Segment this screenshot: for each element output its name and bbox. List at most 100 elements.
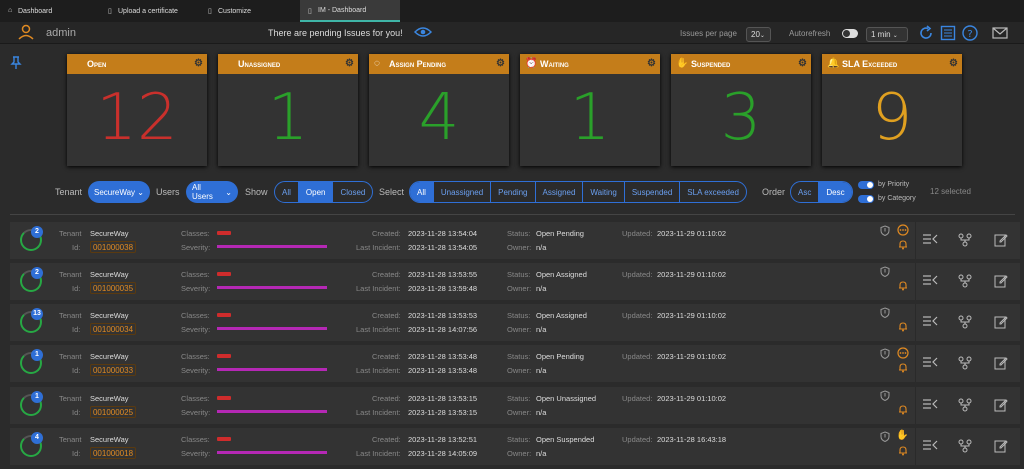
autorefresh-toggle[interactable]	[842, 29, 858, 38]
show-all-button[interactable]: All	[275, 182, 299, 202]
workflow-icon[interactable]	[958, 233, 972, 247]
gear-icon[interactable]: ⚙	[345, 58, 354, 69]
tenant-select[interactable]: SecureWay ⌄	[88, 181, 150, 203]
owner-value: n/a	[536, 366, 547, 375]
issue-row[interactable]: 1 Tenant SecureWay Id: 001000025 Classes…	[10, 387, 1020, 424]
issue-row[interactable]: 4 Tenant SecureWay Id: 001000018 Classes…	[10, 428, 1020, 465]
gear-icon[interactable]: ⚙	[194, 58, 203, 69]
issue-id[interactable]: 001000035	[90, 282, 136, 294]
issue-id[interactable]: 001000033	[90, 364, 136, 376]
by-priority-label: by Priority	[878, 181, 910, 188]
issues-per-page-select[interactable]: 20⌄	[746, 27, 771, 42]
select-suspended-button[interactable]: Suspended	[625, 182, 681, 202]
gear-icon[interactable]: ⚙	[798, 58, 807, 69]
issue-row[interactable]: 2 Tenant SecureWay Id: 001000035 Classes…	[10, 263, 1020, 300]
edit-icon[interactable]	[994, 398, 1008, 412]
select-sla-exceeded-button[interactable]: SLA exceeded	[680, 182, 746, 202]
collapse-icon[interactable]	[922, 356, 938, 368]
edit-icon[interactable]	[994, 233, 1008, 247]
by-category-toggle[interactable]	[858, 195, 874, 203]
show-open-button[interactable]: Open	[298, 182, 334, 202]
stat-card-open[interactable]: Open ⚙ 12	[67, 54, 207, 166]
collapse-icon[interactable]	[922, 439, 938, 451]
select-waiting-button[interactable]: Waiting	[583, 182, 625, 202]
gear-icon[interactable]: ⚙	[496, 58, 505, 69]
card-title: Waiting	[540, 59, 569, 69]
select-unassigned-button[interactable]: Unassigned	[434, 182, 492, 202]
stat-card-unassigned[interactable]: Unassigned ⚙ 1	[218, 54, 358, 166]
edit-icon[interactable]	[994, 356, 1008, 370]
card-title: Assign Pending	[389, 59, 447, 69]
gear-icon[interactable]: ⚙	[647, 58, 656, 69]
order-desc-button[interactable]: Desc	[819, 182, 852, 202]
select-assigned-button[interactable]: Assigned	[536, 182, 584, 202]
status-label: Status:	[507, 394, 531, 403]
issue-count-badge: 4	[31, 432, 43, 444]
tenant-label: Tenant	[59, 394, 82, 403]
row-divider	[915, 263, 916, 300]
row-divider	[915, 304, 916, 341]
edit-icon[interactable]	[994, 439, 1008, 453]
last-incident-label: Last Incident:	[356, 366, 401, 375]
show-closed-button[interactable]: Closed	[333, 182, 372, 202]
workflow-icon[interactable]	[958, 315, 972, 329]
last-incident-value: 2023-11-28 13:53:48	[408, 366, 478, 375]
tenant-label: Tenant	[59, 352, 82, 361]
by-priority-toggle[interactable]	[858, 181, 874, 189]
stat-card-sla-exceeded[interactable]: 🔔 SLA Exceeded ⚙ 9	[822, 54, 962, 166]
edit-icon[interactable]	[994, 315, 1008, 329]
tab-dashboard[interactable]: ⌂ Dashboard	[0, 0, 100, 22]
status-label: Status:	[507, 270, 531, 279]
divider	[10, 214, 1015, 215]
autorefresh-interval-select[interactable]: 1 min ⌄	[866, 27, 908, 42]
stat-card-assign-pending[interactable]: ◌ Assign Pending ⚙ 4	[369, 54, 509, 166]
pending-status-icon	[897, 224, 909, 236]
stat-card-suspended[interactable]: ✋ Suspended ⚙ 3	[671, 54, 811, 166]
stat-card-waiting[interactable]: ⏰ Waiting ⚙ 1	[520, 54, 660, 166]
user-icon[interactable]	[18, 24, 34, 40]
severity-bar	[217, 327, 327, 330]
id-label: Id:	[72, 449, 81, 458]
users-select[interactable]: All Users ⌄	[186, 181, 238, 203]
list-icon[interactable]	[940, 25, 956, 41]
issue-id[interactable]: 001000034	[90, 323, 136, 335]
issue-row[interactable]: 1 Tenant SecureWay Id: 001000033 Classes…	[10, 345, 1020, 382]
collapse-icon[interactable]	[922, 274, 938, 286]
tab-label: Customize	[218, 7, 252, 15]
collapse-icon[interactable]	[922, 233, 938, 245]
issues-per-page-value: 20	[751, 30, 760, 39]
gear-icon[interactable]: ⚙	[949, 58, 958, 69]
select-pending-button[interactable]: Pending	[491, 182, 536, 202]
last-incident-label: Last Incident:	[356, 408, 401, 417]
refresh-icon[interactable]	[918, 25, 934, 41]
eye-icon[interactable]	[414, 26, 432, 38]
workflow-icon[interactable]	[958, 439, 972, 453]
issue-id[interactable]: 001000018	[90, 447, 136, 459]
tab-customize[interactable]: ▯ Customize	[200, 0, 300, 22]
select-all-button[interactable]: All	[410, 182, 434, 202]
chevron-down-icon: ⌄	[225, 187, 232, 197]
workflow-icon[interactable]	[958, 356, 972, 370]
collapse-icon[interactable]	[922, 315, 938, 327]
hand-icon: ✋	[676, 58, 689, 69]
issue-row[interactable]: 2 Tenant SecureWay Id: 001000038 Classes…	[10, 222, 1020, 259]
tab-upload-certificate[interactable]: ▯ Upload a certificate	[100, 0, 200, 22]
pin-icon[interactable]	[10, 56, 22, 70]
issue-id[interactable]: 001000038	[90, 241, 136, 253]
tab-im-dashboard[interactable]: ▯ IM - Dashboard	[300, 0, 400, 22]
collapse-icon[interactable]	[922, 398, 938, 410]
created-value: 2023-11-28 13:53:15	[408, 394, 478, 403]
username: admin	[46, 27, 76, 39]
status-label: Status:	[507, 435, 531, 444]
issue-id[interactable]: 001000025	[90, 406, 136, 418]
workflow-icon[interactable]	[958, 398, 972, 412]
order-asc-button[interactable]: Asc	[791, 182, 820, 202]
mail-icon[interactable]	[992, 27, 1008, 39]
edit-icon[interactable]	[994, 274, 1008, 288]
severity-bar	[217, 410, 327, 413]
last-incident-label: Last Incident:	[356, 284, 401, 293]
created-value: 2023-11-28 13:53:48	[408, 352, 478, 361]
workflow-icon[interactable]	[958, 274, 972, 288]
help-icon[interactable]: ?	[962, 25, 978, 41]
issue-row[interactable]: 13 Tenant SecureWay Id: 001000034 Classe…	[10, 304, 1020, 341]
